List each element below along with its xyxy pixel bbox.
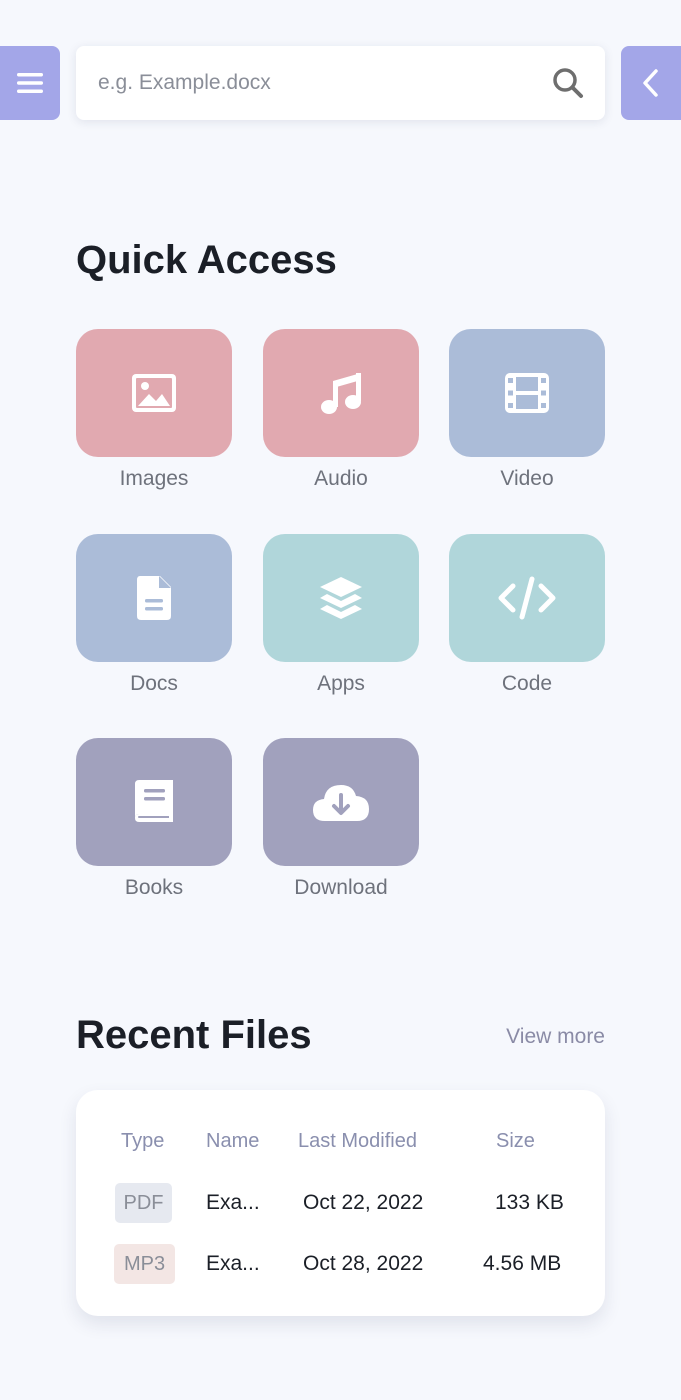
quick-access-apps[interactable]: Apps — [263, 534, 419, 696]
chevron-left-icon — [643, 69, 658, 97]
search-icon[interactable] — [551, 66, 585, 100]
file-name: Exa... — [206, 1191, 260, 1214]
quick-access-audio[interactable]: Audio — [263, 329, 419, 491]
quick-access-download[interactable]: Download — [263, 738, 419, 900]
images-tile[interactable] — [76, 329, 232, 457]
column-header-type: Type — [121, 1130, 165, 1152]
file-type-badge: MP3 — [114, 1244, 175, 1284]
quick-access-images[interactable]: Images — [76, 329, 232, 491]
quick-access-docs[interactable]: Docs — [76, 534, 232, 696]
file-size: 133 KB — [495, 1191, 564, 1214]
quick-access-books[interactable]: Books — [76, 738, 232, 900]
download-tile[interactable] — [263, 738, 419, 866]
apps-tile[interactable] — [263, 534, 419, 662]
docs-tile[interactable] — [76, 534, 232, 662]
document-icon — [137, 576, 171, 620]
quick-access-video[interactable]: Video — [449, 329, 605, 491]
quick-access-title: Quick Access — [76, 238, 337, 282]
column-header-last-modified: Last Modified — [298, 1130, 417, 1152]
image-icon — [132, 374, 176, 412]
view-more-link[interactable]: View more — [499, 1025, 605, 1049]
audio-tile[interactable] — [263, 329, 419, 457]
tile-label-books: Books — [124, 876, 184, 899]
tile-label-apps: Apps — [317, 672, 365, 695]
hamburger-menu-icon — [17, 73, 43, 93]
file-size: 4.56 MB — [483, 1252, 562, 1275]
tile-label-docs: Docs — [130, 672, 178, 695]
music-note-icon — [321, 373, 361, 414]
quick-access-code[interactable]: Code — [449, 534, 605, 696]
code-icon — [498, 576, 556, 620]
layers-icon — [320, 577, 362, 619]
file-modified: Oct 28, 2022 — [303, 1252, 424, 1275]
file-modified: Oct 22, 2022 — [303, 1191, 424, 1214]
column-header-size: Size — [496, 1130, 535, 1152]
search-input[interactable] — [76, 46, 546, 120]
video-tile[interactable] — [449, 329, 605, 457]
file-name: Exa... — [206, 1252, 260, 1275]
tile-label-code: Code — [501, 672, 553, 695]
tile-label-audio: Audio — [314, 467, 368, 490]
file-type-badge: PDF — [115, 1183, 172, 1223]
film-icon — [505, 373, 549, 413]
menu-button[interactable] — [0, 46, 60, 120]
tile-label-images: Images — [119, 467, 189, 490]
back-button[interactable] — [621, 46, 681, 120]
code-tile[interactable] — [449, 534, 605, 662]
book-icon — [135, 780, 173, 822]
books-tile[interactable] — [76, 738, 232, 866]
cloud-download-icon — [313, 785, 369, 821]
tile-label-video: Video — [500, 467, 554, 490]
search-box — [76, 46, 605, 120]
tile-label-download: Download — [294, 876, 388, 899]
column-header-name: Name — [206, 1130, 260, 1152]
recent-files-title: Recent Files — [76, 1013, 312, 1057]
recent-files-card: Type Name Last Modified Size PDF Exa... … — [76, 1090, 605, 1316]
